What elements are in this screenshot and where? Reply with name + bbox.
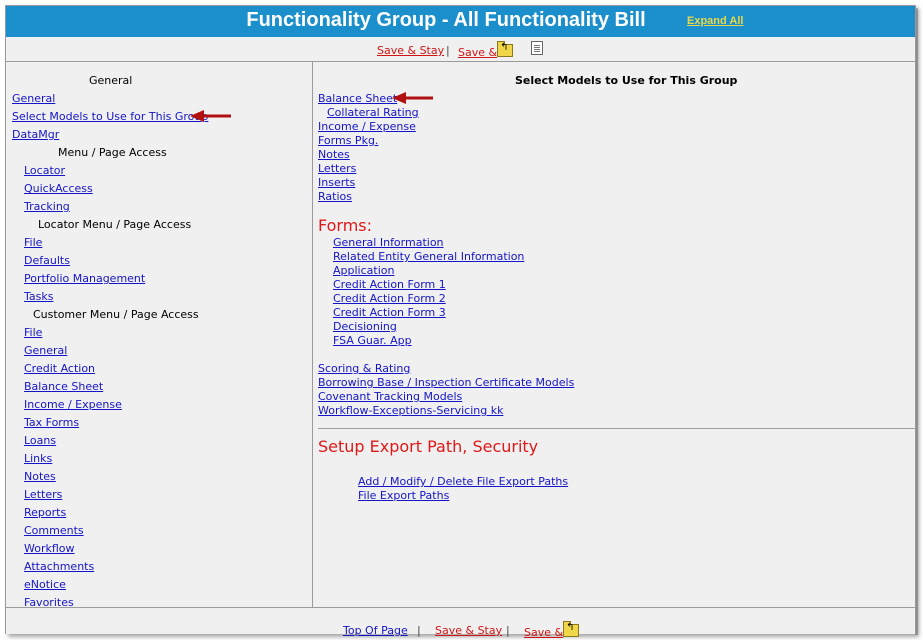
- folder-up-icon: [497, 41, 514, 57]
- right-arrow-indicator: [392, 92, 433, 104]
- link-form-credit-action-1[interactable]: Credit Action Form 1: [333, 278, 446, 291]
- link-file-export-paths[interactable]: File Export Paths: [358, 489, 449, 502]
- title-bar: Functionality Group - All Functionality …: [6, 6, 915, 37]
- customer-menu-heading: Customer Menu / Page Access: [33, 308, 199, 321]
- link-tax-forms[interactable]: Tax Forms: [24, 416, 79, 429]
- link-select-models[interactable]: Select Models to Use for This Group: [12, 110, 208, 123]
- link-tasks[interactable]: Tasks: [24, 290, 53, 303]
- link-form-credit-action-2[interactable]: Credit Action Form 2: [333, 292, 446, 305]
- expand-all-link[interactable]: Expand All: [687, 15, 743, 27]
- link-model-inserts[interactable]: Inserts: [318, 176, 355, 189]
- locator-menu-heading: Locator Menu / Page Access: [38, 218, 192, 231]
- save-stay-button[interactable]: Save & Stay: [377, 44, 444, 57]
- link-customer-general[interactable]: General: [24, 344, 67, 357]
- link-borrowing-base[interactable]: Borrowing Base / Inspection Certificate …: [318, 376, 574, 389]
- link-form-related-entity[interactable]: Related Entity General Information: [333, 250, 524, 263]
- link-covenant-tracking[interactable]: Covenant Tracking Models: [318, 390, 462, 403]
- link-datamgr[interactable]: DataMgr: [12, 128, 59, 141]
- link-enotice[interactable]: eNotice: [24, 578, 66, 591]
- link-balance-sheet[interactable]: Balance Sheet: [24, 380, 103, 393]
- top-toolbar: Save & Stay | Save &: [6, 37, 915, 62]
- link-form-fsa-guar-app[interactable]: FSA Guar. App: [333, 334, 412, 347]
- link-scoring-rating[interactable]: Scoring & Rating: [318, 362, 410, 375]
- link-model-notes[interactable]: Notes: [318, 148, 350, 161]
- link-form-credit-action-3[interactable]: Credit Action Form 3: [333, 306, 446, 319]
- link-defaults[interactable]: Defaults: [24, 254, 70, 267]
- link-form-general-information[interactable]: General Information: [333, 236, 444, 249]
- section-divider: [318, 428, 916, 429]
- setup-export-heading: Setup Export Path, Security: [318, 437, 539, 456]
- link-loans[interactable]: Loans: [24, 434, 56, 447]
- left-panel: General General Select Models to Use for…: [6, 62, 313, 609]
- link-model-letters[interactable]: Letters: [318, 162, 356, 175]
- footer-separator-1: |: [417, 624, 421, 637]
- link-portfolio-management[interactable]: Portfolio Management: [24, 272, 145, 285]
- link-customer-file[interactable]: File: [24, 326, 42, 339]
- footer-save-exit-label: Save &: [524, 626, 564, 639]
- link-form-decisioning[interactable]: Decisioning: [333, 320, 397, 333]
- link-quickaccess[interactable]: QuickAccess: [24, 182, 93, 195]
- link-income-expense[interactable]: Income / Expense: [24, 398, 122, 411]
- link-links[interactable]: Links: [24, 452, 52, 465]
- footer-save-stay-button[interactable]: Save & Stay: [435, 624, 502, 637]
- link-model-balance-sheet[interactable]: Balance Sheet: [318, 92, 397, 105]
- link-attachments[interactable]: Attachments: [24, 560, 94, 573]
- general-heading: General: [89, 74, 133, 87]
- link-add-modify-export-paths[interactable]: Add / Modify / Delete File Export Paths: [358, 475, 568, 488]
- link-form-application[interactable]: Application: [333, 264, 394, 277]
- bottom-toolbar: Top Of Page | Save & Stay | Save &: [6, 607, 915, 639]
- page-frame: Functionality Group - All Functionality …: [5, 5, 916, 639]
- link-model-ratios[interactable]: Ratios: [318, 190, 352, 203]
- right-panel: Select Models to Use for This Group Bala…: [313, 62, 916, 607]
- page-title: Functionality Group - All Functionality …: [246, 9, 646, 31]
- footer-separator-2: |: [506, 624, 510, 637]
- save-exit-label: Save &: [458, 46, 498, 59]
- link-general[interactable]: General: [12, 92, 55, 105]
- link-comments[interactable]: Comments: [24, 524, 84, 537]
- document-icon[interactable]: [531, 41, 543, 55]
- toolbar-separator: |: [446, 44, 450, 57]
- link-reports[interactable]: Reports: [24, 506, 66, 519]
- link-tracking[interactable]: Tracking: [24, 200, 70, 213]
- link-collateral-rating[interactable]: Collateral Rating: [327, 106, 419, 119]
- link-locator-file[interactable]: File: [24, 236, 42, 249]
- link-model-income-expense[interactable]: Income / Expense: [318, 120, 416, 133]
- link-locator[interactable]: Locator: [24, 164, 65, 177]
- top-of-page-link[interactable]: Top Of Page: [343, 624, 408, 637]
- footer-save-exit-button[interactable]: Save &: [524, 621, 580, 639]
- left-arrow-indicator: [190, 110, 231, 122]
- menu-page-access-heading: Menu / Page Access: [58, 146, 167, 159]
- link-credit-action[interactable]: Credit Action: [24, 362, 95, 375]
- link-workflow[interactable]: Workflow: [24, 542, 75, 555]
- select-models-heading: Select Models to Use for This Group: [515, 74, 738, 87]
- save-exit-button[interactable]: Save &: [458, 41, 514, 59]
- footer-folder-up-icon: [563, 621, 580, 637]
- link-letters[interactable]: Letters: [24, 488, 62, 501]
- forms-heading: Forms:: [318, 216, 373, 235]
- link-workflow-exceptions[interactable]: Workflow-Exceptions-Servicing kk: [318, 404, 503, 417]
- link-notes[interactable]: Notes: [24, 470, 56, 483]
- link-model-forms-pkg[interactable]: Forms Pkg.: [318, 134, 378, 147]
